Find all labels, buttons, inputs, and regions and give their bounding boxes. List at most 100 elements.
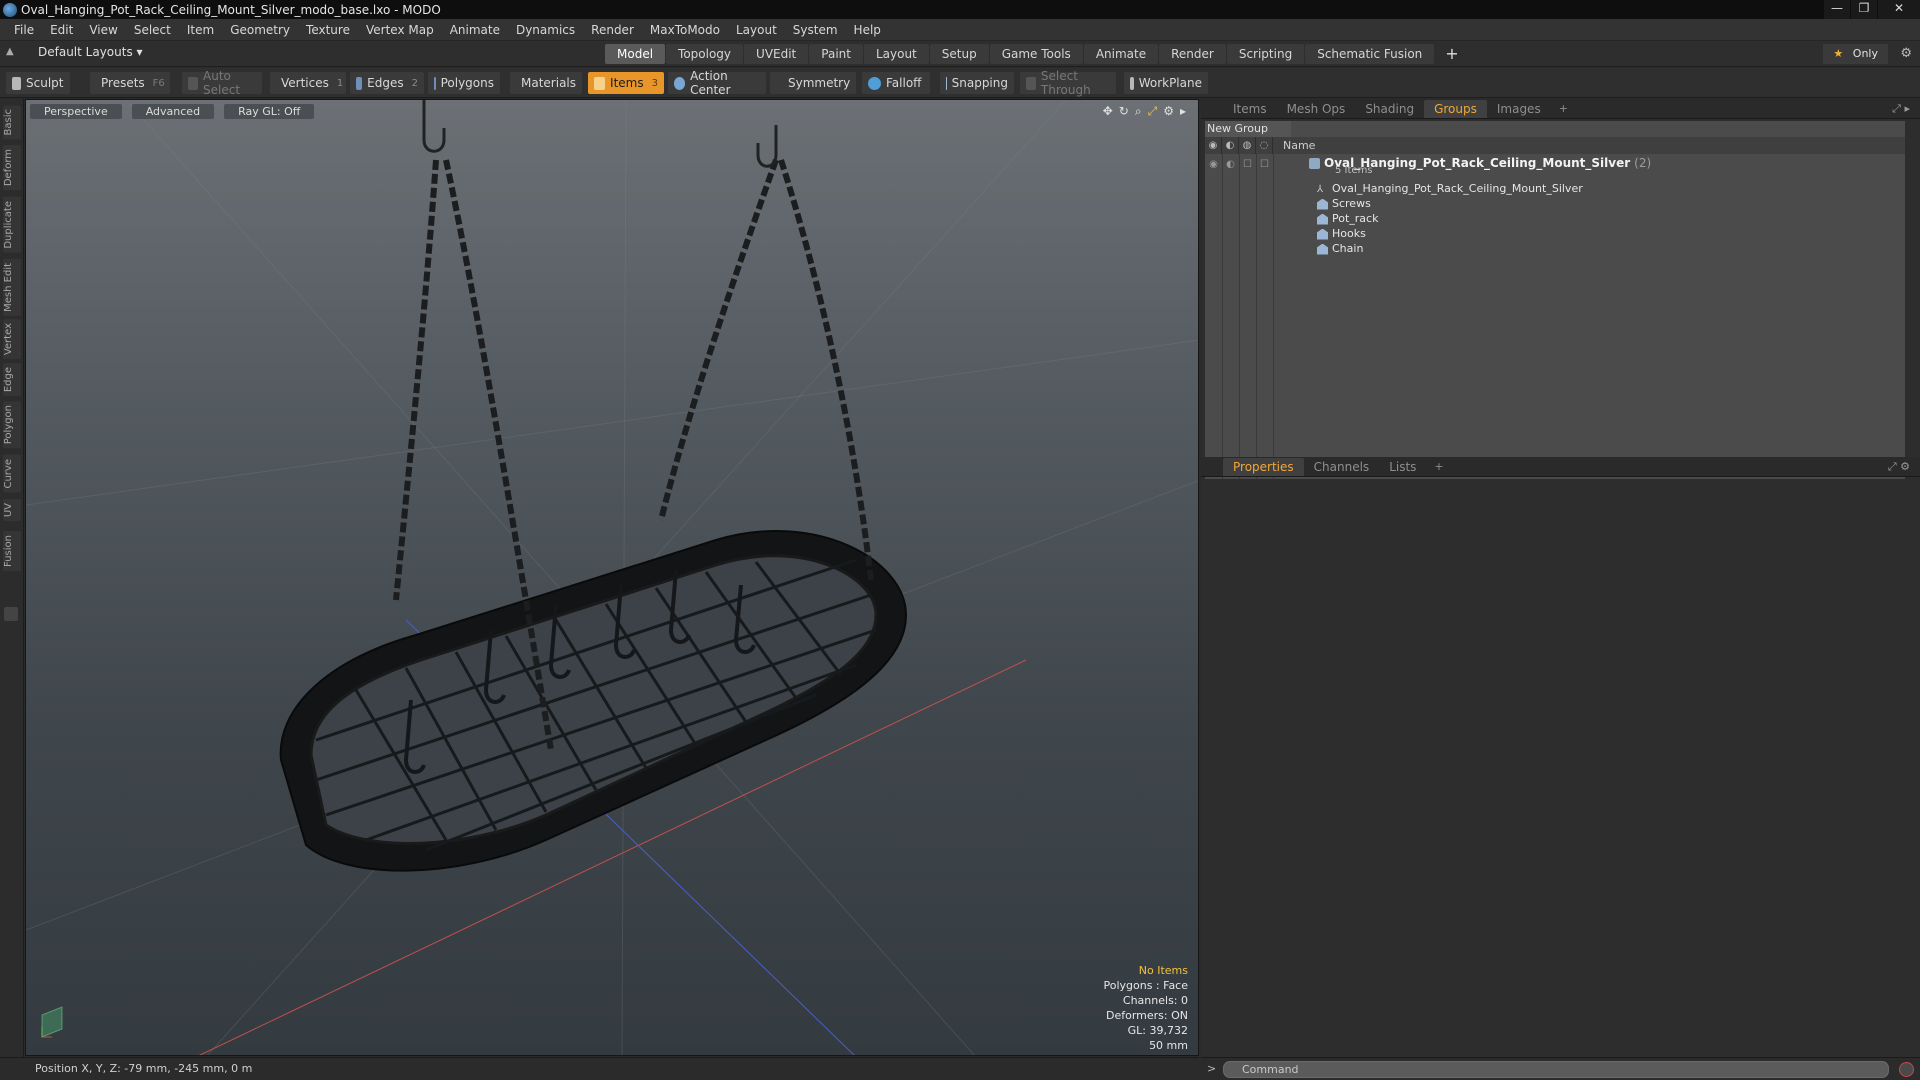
properties-expand-icon[interactable]: ⤢ ⚙ bbox=[1888, 460, 1910, 474]
panel-expand-icon[interactable]: ⤢ ▸ bbox=[1892, 102, 1910, 116]
menu-geometry[interactable]: Geometry bbox=[222, 19, 298, 41]
command-input[interactable] bbox=[1223, 1061, 1889, 1078]
stop-command-icon[interactable] bbox=[1899, 1062, 1914, 1077]
add-properties-tab-button[interactable]: + bbox=[1426, 460, 1451, 473]
falloff-button[interactable]: Falloff bbox=[862, 72, 930, 94]
sculpt-button[interactable]: Sculpt bbox=[6, 72, 70, 94]
rotate-icon[interactable]: ↻ bbox=[1119, 104, 1129, 119]
tab-game-tools[interactable]: Game Tools bbox=[989, 44, 1083, 64]
workplane-button[interactable]: WorkPlane bbox=[1124, 72, 1208, 94]
symmetry-button[interactable]: Symmetry bbox=[770, 72, 856, 94]
tab-topology[interactable]: Topology bbox=[666, 44, 744, 64]
vtab-uv[interactable]: UV bbox=[3, 499, 21, 522]
group-select-toggle[interactable]: ☐ bbox=[1256, 159, 1273, 170]
vtab-fusion[interactable]: Fusion bbox=[3, 531, 21, 571]
pot-rack-model[interactable] bbox=[279, 530, 908, 872]
tab-model[interactable]: Model bbox=[605, 44, 666, 64]
minimize-icon[interactable]: — bbox=[1824, 0, 1850, 19]
tab-layout[interactable]: Layout bbox=[863, 44, 929, 64]
menu-layout[interactable]: Layout bbox=[728, 19, 785, 41]
edges-button[interactable]: Edges 2 bbox=[350, 72, 424, 94]
layout-preset-dropdown[interactable]: ▲ Default Layouts ▾ bbox=[6, 45, 143, 59]
menu-edit[interactable]: Edit bbox=[42, 19, 81, 41]
raygl-toggle[interactable]: Ray GL: Off bbox=[224, 104, 315, 119]
maximize-viewport-icon[interactable]: ⤢ bbox=[1148, 104, 1158, 119]
only-button[interactable]: ★ Only bbox=[1823, 44, 1888, 64]
action-center-button[interactable]: Action Center bbox=[668, 69, 766, 97]
tab-channels[interactable]: Channels bbox=[1304, 458, 1380, 476]
tab-items[interactable]: Items bbox=[1223, 100, 1277, 118]
menu-dynamics[interactable]: Dynamics bbox=[508, 19, 583, 41]
auto-select-button[interactable]: Auto Select bbox=[182, 69, 262, 97]
menu-animate[interactable]: Animate bbox=[442, 19, 508, 41]
tab-uvedit[interactable]: UVEdit bbox=[744, 44, 809, 64]
pan-icon[interactable]: ✥ bbox=[1103, 104, 1113, 119]
lock-column-icon[interactable]: ◍ bbox=[1239, 137, 1256, 154]
group-render-icon[interactable]: ◐ bbox=[1222, 159, 1239, 170]
name-column-header[interactable]: Name bbox=[1273, 139, 1315, 152]
3d-viewport[interactable]: Perspective Advanced Ray GL: Off ✥ ↻ ⌕ ⤢… bbox=[25, 99, 1199, 1056]
vtab-curve[interactable]: Curve bbox=[3, 455, 21, 493]
menu-maxtomodo[interactable]: MaxToModo bbox=[642, 19, 728, 41]
polygons-button[interactable]: Polygons bbox=[428, 72, 500, 94]
vtab-deform[interactable]: Deform bbox=[3, 145, 21, 191]
menu-select[interactable]: Select bbox=[126, 19, 179, 41]
snapping-button[interactable]: Snapping bbox=[940, 72, 1014, 94]
tab-schematic-fusion[interactable]: Schematic Fusion bbox=[1305, 44, 1435, 64]
tab-render[interactable]: Render bbox=[1159, 44, 1226, 64]
select-through-label: Select Through bbox=[1040, 69, 1091, 97]
tab-paint[interactable]: Paint bbox=[809, 44, 863, 64]
collapse-arrow-icon[interactable]: ▲ bbox=[6, 46, 18, 58]
expand-toggle[interactable] bbox=[4, 607, 18, 621]
new-group-button[interactable]: New Group bbox=[1205, 121, 1291, 137]
tab-groups[interactable]: Groups bbox=[1424, 99, 1487, 118]
menu-render[interactable]: Render bbox=[583, 19, 642, 41]
select-through-button[interactable]: Select Through bbox=[1020, 69, 1116, 97]
vtab-edge[interactable]: Edge bbox=[3, 363, 21, 397]
scene-render[interactable] bbox=[26, 100, 1199, 1056]
tab-shading[interactable]: Shading bbox=[1355, 100, 1424, 118]
render-column-icon[interactable]: ◐ bbox=[1222, 137, 1239, 154]
add-tab-button[interactable]: + bbox=[1435, 44, 1468, 64]
visibility-column-icon[interactable]: ◉ bbox=[1205, 137, 1222, 154]
materials-button[interactable]: Materials bbox=[510, 72, 582, 94]
presets-button[interactable]: Presets F6 bbox=[90, 72, 170, 94]
workplane-label: WorkPlane bbox=[1138, 76, 1202, 90]
zoom-icon[interactable]: ⌕ bbox=[1135, 104, 1142, 119]
tab-setup[interactable]: Setup bbox=[929, 44, 989, 64]
add-panel-tab-button[interactable]: + bbox=[1551, 102, 1576, 115]
maximize-icon[interactable]: ❐ bbox=[1851, 0, 1877, 19]
tab-animate[interactable]: Animate bbox=[1083, 44, 1159, 64]
menu-file[interactable]: File bbox=[6, 19, 42, 41]
vtab-mesh-edit[interactable]: Mesh Edit bbox=[3, 259, 21, 316]
gear-icon[interactable]: ⚙ bbox=[1900, 46, 1912, 61]
tab-mesh-ops[interactable]: Mesh Ops bbox=[1277, 100, 1356, 118]
presets-shortcut: F6 bbox=[152, 77, 165, 89]
menu-texture[interactable]: Texture bbox=[298, 19, 358, 41]
viewport-settings-icon[interactable]: ⚙ bbox=[1163, 104, 1174, 119]
vtab-polygon[interactable]: Polygon bbox=[3, 401, 21, 449]
menu-system[interactable]: System bbox=[785, 19, 846, 41]
tab-properties[interactable]: Properties bbox=[1223, 457, 1304, 476]
vertices-button[interactable]: Vertices 1 bbox=[270, 72, 346, 94]
channels-count: Channels: 0 bbox=[1122, 994, 1188, 1007]
select-column-icon[interactable]: ◌ bbox=[1256, 137, 1273, 154]
menu-view[interactable]: View bbox=[81, 19, 125, 41]
view-type-button[interactable]: Perspective bbox=[30, 104, 122, 119]
shading-mode-button[interactable]: Advanced bbox=[131, 104, 215, 119]
close-icon[interactable]: ✕ bbox=[1878, 0, 1920, 19]
group-lock-toggle[interactable]: ☐ bbox=[1239, 159, 1256, 170]
list-item[interactable]: Chain bbox=[1317, 240, 1363, 258]
items-button[interactable]: Items 3 bbox=[588, 72, 664, 94]
vtab-vertex[interactable]: Vertex bbox=[3, 319, 21, 360]
menu-help[interactable]: Help bbox=[846, 19, 889, 41]
tab-lists[interactable]: Lists bbox=[1379, 458, 1426, 476]
vtab-basic[interactable]: Basic bbox=[3, 105, 21, 140]
tab-images[interactable]: Images bbox=[1487, 100, 1551, 118]
group-visible-icon[interactable]: ◉ bbox=[1205, 159, 1222, 170]
viewport-menu-arrow-icon[interactable]: ▸ bbox=[1180, 104, 1186, 119]
menu-item[interactable]: Item bbox=[179, 19, 222, 41]
menu-vertex-map[interactable]: Vertex Map bbox=[358, 19, 442, 41]
tab-scripting[interactable]: Scripting bbox=[1226, 44, 1305, 64]
vtab-duplicate[interactable]: Duplicate bbox=[3, 197, 21, 253]
